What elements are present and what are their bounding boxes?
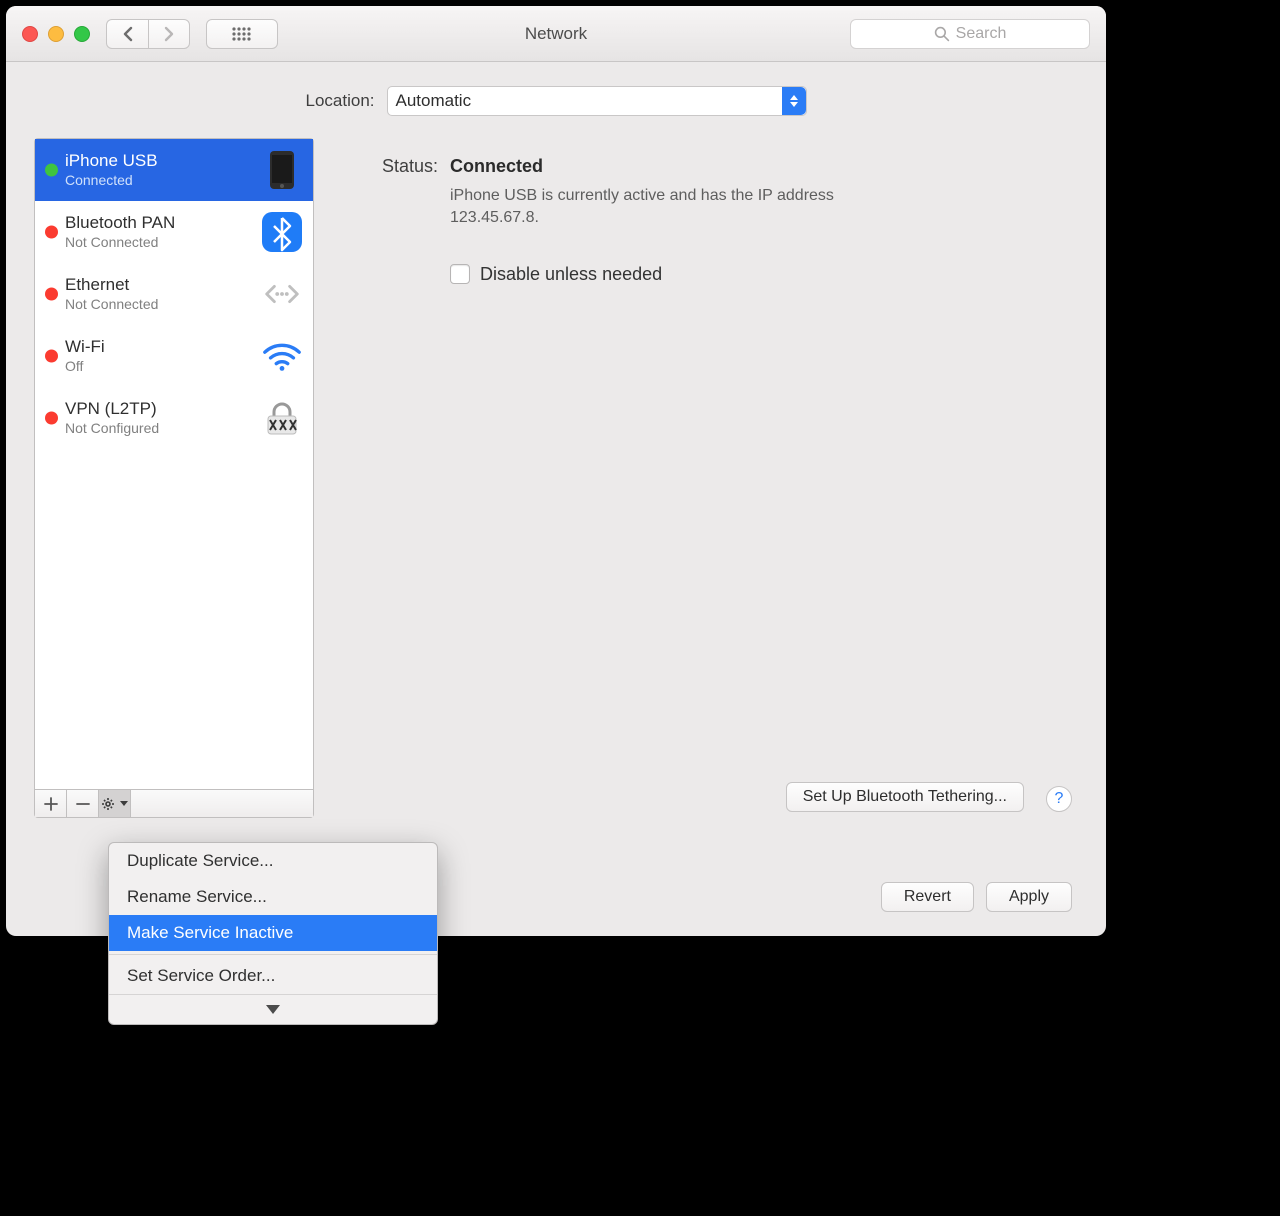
- revert-button[interactable]: Revert: [881, 882, 974, 912]
- menu-item[interactable]: Set Service Order...: [109, 958, 437, 994]
- network-preferences-window: Network Search Location: Automatic iPhon…: [6, 6, 1106, 936]
- menu-item[interactable]: Duplicate Service...: [109, 843, 437, 879]
- location-value: Automatic: [396, 91, 472, 111]
- service-actions-button[interactable]: [99, 790, 131, 817]
- wifi-icon: [261, 335, 303, 377]
- grid-icon: [231, 26, 253, 42]
- remove-service-button[interactable]: [67, 790, 99, 817]
- status-dot-icon: [45, 350, 58, 363]
- close-button[interactable]: [22, 26, 38, 42]
- service-sidebar: iPhone USBConnectedBluetooth PANNot Conn…: [34, 138, 314, 818]
- service-list: iPhone USBConnectedBluetooth PANNot Conn…: [35, 139, 313, 789]
- status-dot-icon: [45, 412, 58, 425]
- sidebar-footer: [35, 789, 313, 817]
- menu-overflow-arrow[interactable]: [109, 994, 437, 1024]
- status-dot-icon: [45, 164, 58, 177]
- chevron-left-icon: [122, 26, 134, 42]
- chevron-right-icon: [163, 26, 175, 42]
- disable-checkbox-label: Disable unless needed: [480, 264, 662, 285]
- chevron-down-icon: [120, 801, 128, 807]
- service-name: Wi-Fi: [65, 337, 261, 357]
- service-status: Not Connected: [65, 296, 261, 313]
- service-status: Not Configured: [65, 420, 261, 437]
- select-arrows-icon: [782, 87, 806, 115]
- service-item[interactable]: Bluetooth PANNot Connected: [35, 201, 313, 263]
- help-button[interactable]: ?: [1046, 786, 1072, 812]
- search-placeholder: Search: [956, 25, 1007, 43]
- search-icon: [934, 26, 950, 42]
- minus-icon: [76, 797, 90, 811]
- status-dot-icon: [45, 288, 58, 301]
- search-field[interactable]: Search: [850, 19, 1090, 49]
- ethernet-icon: [261, 273, 303, 315]
- service-actions-menu: Duplicate Service...Rename Service...Mak…: [108, 842, 438, 1025]
- add-service-button[interactable]: [35, 790, 67, 817]
- location-label: Location:: [306, 91, 375, 111]
- status-label: Status:: [360, 156, 438, 177]
- apply-button[interactable]: Apply: [986, 882, 1072, 912]
- bluetooth-icon: [261, 211, 303, 253]
- service-name: iPhone USB: [65, 151, 261, 171]
- plus-icon: [44, 797, 58, 811]
- iphone-icon: [261, 149, 303, 191]
- service-item[interactable]: Wi-FiOff: [35, 325, 313, 387]
- nav-buttons: [106, 19, 190, 49]
- location-select[interactable]: Automatic: [387, 86, 807, 116]
- detail-pane: Status: Connected iPhone USB is currentl…: [332, 138, 1078, 818]
- titlebar: Network Search: [6, 6, 1106, 62]
- disable-checkbox[interactable]: [450, 264, 470, 284]
- menu-item[interactable]: Make Service Inactive: [109, 915, 437, 951]
- service-item[interactable]: iPhone USBConnected: [35, 139, 313, 201]
- service-item[interactable]: VPN (L2TP)Not Configured: [35, 387, 313, 449]
- service-name: Ethernet: [65, 275, 261, 295]
- service-status: Connected: [65, 172, 261, 189]
- status-dot-icon: [45, 226, 58, 239]
- service-item[interactable]: EthernetNot Connected: [35, 263, 313, 325]
- setup-bluetooth-button[interactable]: Set Up Bluetooth Tethering...: [786, 782, 1024, 812]
- location-row: Location: Automatic: [34, 86, 1078, 116]
- service-status: Not Connected: [65, 234, 261, 251]
- window-controls: [22, 26, 90, 42]
- back-button[interactable]: [106, 19, 148, 49]
- status-description: iPhone USB is currently active and has t…: [450, 185, 880, 230]
- disable-checkbox-row: Disable unless needed: [450, 264, 1050, 285]
- status-row: Status: Connected: [360, 156, 1050, 177]
- status-value: Connected: [450, 156, 543, 177]
- vpn-icon: [261, 397, 303, 439]
- minimize-button[interactable]: [48, 26, 64, 42]
- gear-icon: [101, 797, 119, 811]
- window-title: Network: [525, 24, 587, 44]
- zoom-button[interactable]: [74, 26, 90, 42]
- menu-item[interactable]: Rename Service...: [109, 879, 437, 915]
- footer-buttons: Revert Apply: [881, 882, 1072, 912]
- service-name: Bluetooth PAN: [65, 213, 261, 233]
- service-status: Off: [65, 358, 261, 375]
- service-name: VPN (L2TP): [65, 399, 261, 419]
- show-all-button[interactable]: [206, 19, 278, 49]
- forward-button[interactable]: [148, 19, 190, 49]
